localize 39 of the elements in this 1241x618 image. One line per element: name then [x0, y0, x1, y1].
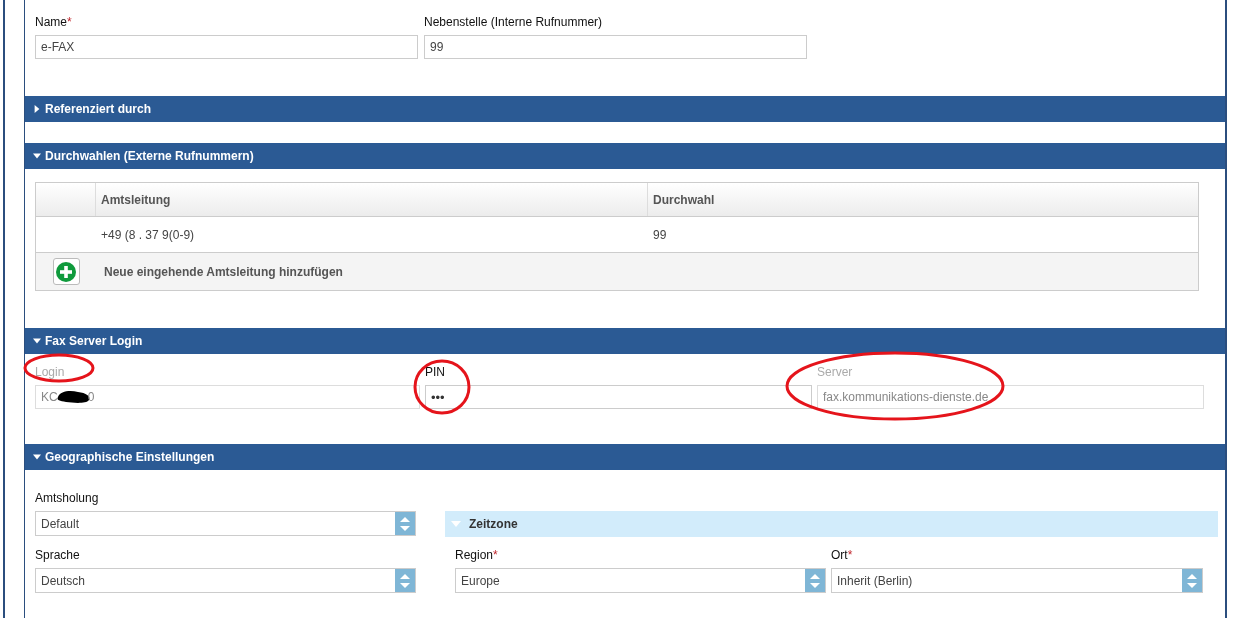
column-header[interactable]: Amtsleitung: [96, 183, 648, 216]
select-field[interactable]: Inherit (Berlin): [831, 568, 1203, 593]
text-field[interactable]: 99: [424, 35, 807, 59]
caret-down-icon: [33, 337, 41, 345]
section-header[interactable]: Geographische Einstellungen: [25, 444, 1225, 470]
section-header[interactable]: Fax Server Login: [25, 328, 1225, 354]
spinner-icon[interactable]: [395, 512, 415, 535]
select-field[interactable]: Deutsch: [35, 568, 416, 593]
annotation-circle: [412, 358, 472, 416]
table-cell-text: 99: [652, 226, 668, 244]
section-header[interactable]: Durchwahlen (Externe Rufnummern): [25, 143, 1225, 169]
select-field[interactable]: Europe: [455, 568, 826, 593]
select-field[interactable]: Default: [35, 511, 416, 536]
add-line-link[interactable]: Neue eingehende Amtsleitung hinzufügen: [96, 264, 343, 279]
caret-down-icon: [451, 519, 461, 529]
caret-down-icon: [33, 152, 41, 160]
field-label: Sprache: [35, 548, 81, 562]
field-label: Name*: [35, 15, 73, 29]
field-label: PIN: [425, 365, 446, 379]
field-label: Ort*: [831, 548, 854, 562]
annotation-circle: [23, 353, 95, 383]
table-cell-text: +49 (8 . 37 9(0-9): [100, 226, 196, 244]
add-button[interactable]: [52, 258, 80, 285]
field-label: Server: [817, 365, 854, 379]
field-label: Login: [35, 365, 66, 379]
caret-down-icon: [33, 453, 41, 461]
plus-icon: [56, 261, 76, 282]
text-field[interactable]: •••: [425, 385, 812, 409]
field-label: Nebenstelle (Interne Rufnummer): [424, 15, 604, 29]
section-header[interactable]: Referenziert durch: [25, 96, 1225, 122]
field-label: Amtsholung: [35, 491, 100, 505]
spinner-icon[interactable]: [1182, 569, 1202, 592]
column-header[interactable]: Durchwahl: [648, 183, 1198, 216]
field-label: Region*: [455, 548, 499, 562]
spinner-icon[interactable]: [395, 569, 415, 592]
subsection-header[interactable]: Zeitzone: [445, 511, 1218, 537]
caret-right-icon: [33, 105, 41, 113]
text-field[interactable]: e-FAX: [35, 35, 418, 59]
spinner-icon[interactable]: [805, 569, 825, 592]
